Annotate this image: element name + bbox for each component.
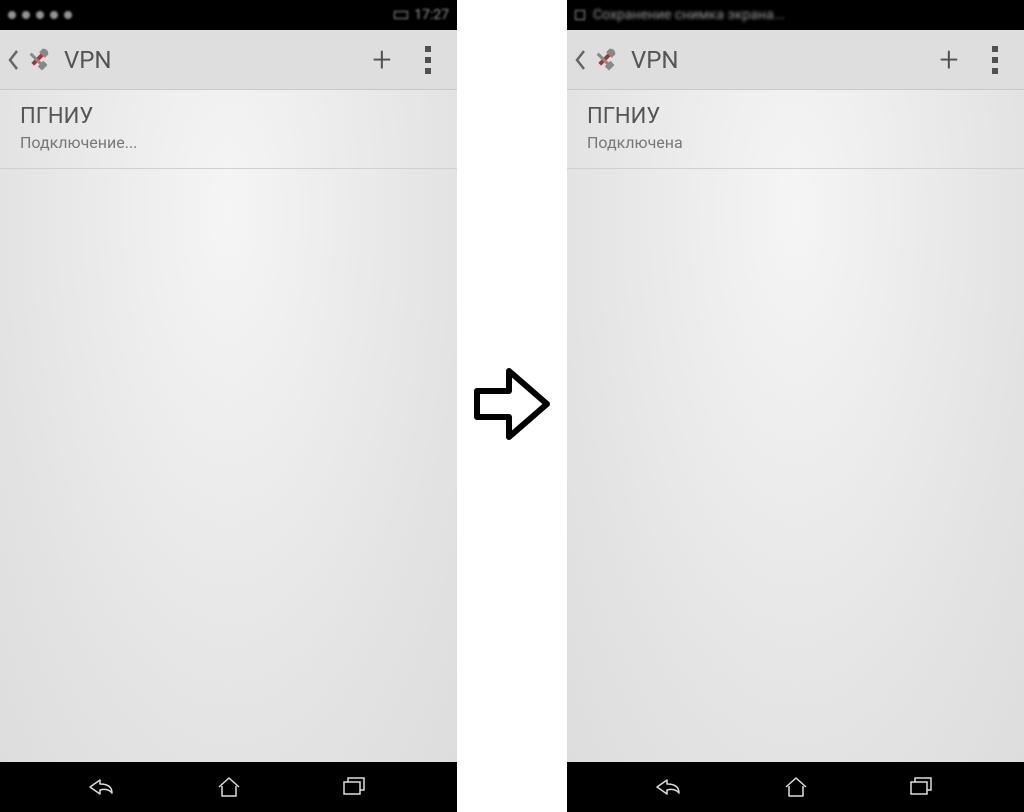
overflow-icon [425, 46, 431, 74]
overflow-menu-button[interactable] [972, 37, 1018, 83]
status-bar: Сохранение снимка экрана... [567, 0, 1024, 30]
overflow-icon [992, 46, 998, 74]
nav-recent-button[interactable] [898, 769, 946, 805]
action-bar: VPN + [567, 30, 1024, 90]
status-bar-time: 17:27 [414, 7, 449, 23]
phone-screenshot-right: Сохранение снимка экрана... VPN + [567, 0, 1024, 812]
add-button[interactable]: + [926, 37, 972, 83]
tools-settings-icon [22, 45, 52, 75]
nav-home-icon [782, 775, 810, 799]
plus-icon: + [939, 43, 958, 77]
add-button[interactable]: + [359, 37, 405, 83]
navigation-bar [0, 762, 457, 812]
plus-icon: + [372, 43, 391, 77]
back-button[interactable] [0, 30, 60, 89]
back-button[interactable] [567, 30, 627, 89]
nav-recent-icon [341, 776, 369, 798]
phone-screenshot-left: 17:27 VPN + [0, 0, 457, 812]
status-bar-system: 17:27 [394, 7, 449, 23]
tools-settings-icon [589, 45, 619, 75]
vpn-item-title: ПГНИУ [587, 104, 1004, 129]
nav-back-button[interactable] [645, 769, 693, 805]
status-bar-notification-text: Сохранение снимка экрана... [593, 7, 785, 23]
vpn-list-item[interactable]: ПГНИУ Подключена [567, 90, 1024, 169]
nav-back-button[interactable] [78, 769, 126, 805]
content-area: ПГНИУ Подключение... [0, 90, 457, 762]
nav-recent-icon [908, 776, 936, 798]
vpn-item-status: Подключена [587, 133, 1004, 152]
action-bar: VPN + [0, 30, 457, 90]
navigation-bar [567, 762, 1024, 812]
nav-home-icon [215, 775, 243, 799]
overflow-menu-button[interactable] [405, 37, 451, 83]
nav-home-button[interactable] [205, 769, 253, 805]
nav-back-icon [86, 775, 118, 799]
chevron-left-icon [573, 48, 587, 72]
nav-recent-button[interactable] [331, 769, 379, 805]
nav-home-button[interactable] [772, 769, 820, 805]
vpn-item-status: Подключение... [20, 133, 437, 152]
action-bar-title: VPN [64, 46, 112, 74]
action-bar-title: VPN [631, 46, 679, 74]
transition-arrow-icon [467, 359, 557, 453]
status-bar: 17:27 [0, 0, 457, 30]
vpn-list-item[interactable]: ПГНИУ Подключение... [0, 90, 457, 169]
vpn-item-title: ПГНИУ [20, 104, 437, 129]
nav-back-icon [653, 775, 685, 799]
content-area: ПГНИУ Подключена [567, 90, 1024, 762]
status-bar-notifications: Сохранение снимка экрана... [575, 7, 785, 23]
chevron-left-icon [6, 48, 20, 72]
status-bar-notifications [8, 11, 72, 19]
